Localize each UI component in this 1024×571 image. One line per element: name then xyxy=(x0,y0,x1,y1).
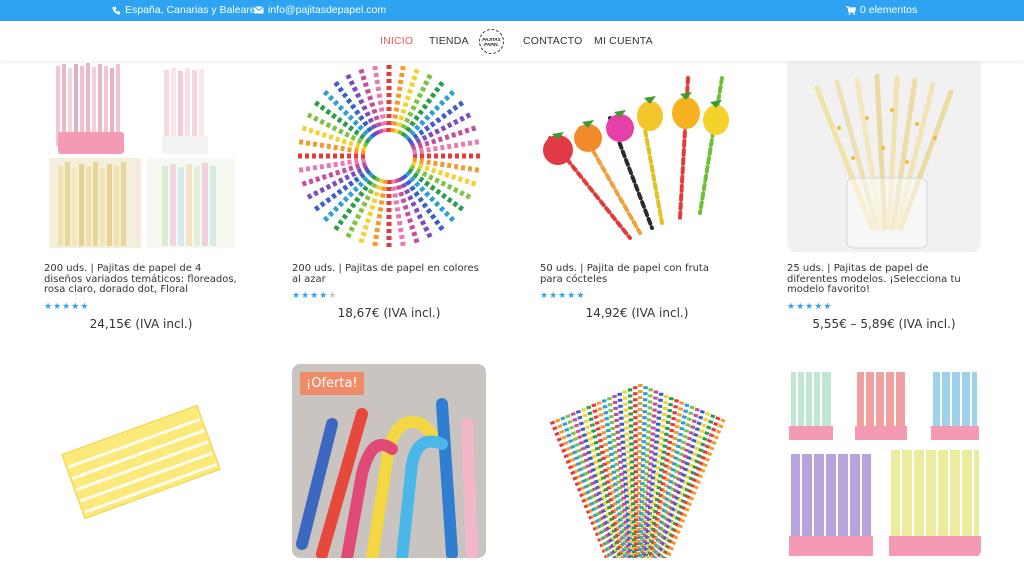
product-card[interactable]: 200 uds. | Pajitas de papel en colores a… xyxy=(292,58,486,320)
location-text: España, Canarias y Baleares xyxy=(125,4,261,16)
rating-stars: ★ ★ ★ ★ ★ xyxy=(787,300,981,311)
email-info[interactable]: info@pajitasdepapel.com xyxy=(254,4,386,16)
star-icon: ★ xyxy=(558,290,567,300)
star-icon: ★ xyxy=(319,290,328,300)
top-row-red xyxy=(855,372,907,440)
nav-link-mi-cuenta[interactable]: MI CUENTA xyxy=(594,35,653,47)
rating-stars: ★ ★ ★ ★ ★ xyxy=(540,291,734,300)
nav-link-contacto[interactable]: CONTACTO xyxy=(523,35,583,47)
nav-item-tienda[interactable]: TIENDA xyxy=(429,21,469,61)
product-card[interactable] xyxy=(44,364,238,558)
star-icon: ★ xyxy=(301,290,310,300)
site-logo[interactable]: PAJITAS PAPEL xyxy=(479,29,504,54)
assorted-straws-bundle-image xyxy=(540,364,734,558)
straws-4-designs-image xyxy=(44,58,238,252)
envelope-icon xyxy=(254,6,264,14)
product-card[interactable] xyxy=(787,364,981,558)
location-info: España, Canarias y Baleares xyxy=(112,4,261,16)
product-price: 24,15€ (IVA incl.) xyxy=(89,316,193,331)
bottom-left-straws xyxy=(49,158,141,248)
product-card[interactable]: 25 uds. | Pajitas de papel de diferentes… xyxy=(787,58,981,331)
product-image[interactable] xyxy=(787,58,981,252)
main-header: INICIO TIENDA PAJITAS PAPEL CONTACTO MI C… xyxy=(0,21,1024,61)
star-icon: ★ xyxy=(576,290,585,300)
star-icon: ★ xyxy=(540,290,549,300)
nav-item-contacto[interactable]: CONTACTO xyxy=(523,21,583,61)
top-bar: España, Canarias y Baleares info@pajitas… xyxy=(0,0,1024,21)
product-image[interactable] xyxy=(540,364,734,558)
cart-icon xyxy=(846,5,856,15)
rating-stars: ★ ★ ★ ★ ★ xyxy=(44,300,238,311)
straws-fan-image xyxy=(292,58,486,252)
top-row-blue xyxy=(931,372,979,440)
product-card[interactable]: ¡Oferta! xyxy=(292,364,486,558)
top-row-mint xyxy=(789,372,833,440)
star-icon: ★ xyxy=(292,290,301,300)
star-icon: ★ xyxy=(71,300,80,311)
top-right-straws xyxy=(162,68,208,154)
product-image[interactable] xyxy=(44,58,238,252)
star-icon: ★ xyxy=(823,300,832,311)
product-price: 18,67€ (IVA incl.) xyxy=(337,306,441,320)
star-icon: ★ xyxy=(62,300,71,311)
star-icon: ★ xyxy=(787,300,796,311)
star-icon: ★ xyxy=(310,290,319,300)
product-card[interactable] xyxy=(540,364,734,558)
star-icon: ★ xyxy=(549,290,558,300)
star-icon: ★ xyxy=(80,300,89,311)
striped-straws-5-colors-image xyxy=(787,364,981,558)
nav-link-inicio[interactable]: INICIO xyxy=(380,35,413,47)
bottom-row-purple xyxy=(789,454,873,556)
phone-icon xyxy=(112,6,121,15)
star-icon: ★ xyxy=(805,300,814,311)
star-icon: ★ xyxy=(814,300,823,311)
product-card[interactable]: 200 uds. | Pajitas de papel de 4 diseños… xyxy=(44,58,238,331)
product-title[interactable]: 200 uds. | Pajitas de papel de 4 diseños… xyxy=(44,263,238,296)
email-link[interactable]: info@pajitasdepapel.com xyxy=(268,4,386,16)
logo-text: PAJITAS PAPEL xyxy=(482,36,501,47)
nav-item-mi-cuenta[interactable]: MI CUENTA xyxy=(594,21,653,61)
product-image[interactable] xyxy=(44,364,238,558)
yellow-straws-pack-image xyxy=(44,364,238,558)
product-title[interactable]: 25 uds. | Pajitas de papel de diferentes… xyxy=(787,263,981,296)
product-image[interactable]: ¡Oferta! xyxy=(292,364,486,558)
star-icon: ★ xyxy=(53,300,62,311)
product-image[interactable] xyxy=(787,364,981,558)
nav-item-inicio[interactable]: INICIO xyxy=(380,21,413,61)
product-price: 5,55€ – 5,89€ (IVA incl.) xyxy=(812,316,956,331)
product-price: 14,92€ (IVA incl.) xyxy=(585,306,689,320)
nav-link-tienda[interactable]: TIENDA xyxy=(429,35,469,47)
sale-badge: ¡Oferta! xyxy=(300,372,364,395)
product-card[interactable]: 50 uds. | Pajita de papel con fruta para… xyxy=(540,58,734,320)
straws-in-glass-image xyxy=(787,58,981,252)
product-image[interactable] xyxy=(540,58,734,252)
bottom-row-yellow xyxy=(889,450,981,556)
cart-link[interactable]: 0 elementos xyxy=(846,4,917,16)
cart-count[interactable]: 0 elementos xyxy=(860,4,917,16)
star-icon: ★ xyxy=(328,290,337,300)
fruit-straws-image xyxy=(540,58,734,252)
star-icon: ★ xyxy=(567,290,576,300)
bottom-right-straws xyxy=(147,158,235,248)
bundle-straw xyxy=(632,386,639,558)
rating-stars: ★ ★ ★ ★ ★ xyxy=(292,291,486,300)
product-title[interactable]: 200 uds. | Pajitas de papel en colores a… xyxy=(292,263,486,285)
product-title[interactable]: 50 uds. | Pajita de papel con fruta para… xyxy=(540,263,734,285)
star-icon: ★ xyxy=(44,300,53,311)
star-icon: ★ xyxy=(796,300,805,311)
product-image[interactable] xyxy=(292,58,486,252)
